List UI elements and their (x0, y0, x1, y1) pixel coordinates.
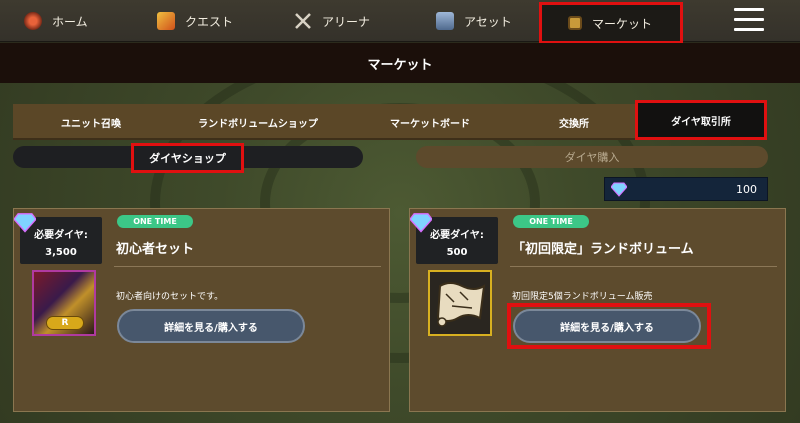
cost-box: 必要ダイヤ: 500 (409, 213, 498, 264)
home-icon (24, 12, 42, 30)
nav-home-label: ホーム (52, 14, 88, 29)
subtab-diamond-shop[interactable]: ダイヤショップ (131, 143, 244, 173)
divider (114, 266, 381, 267)
quest-icon (157, 12, 175, 30)
one-time-badge: ONE TIME (117, 215, 193, 228)
scroll-map-icon (428, 270, 492, 336)
one-time-badge: ONE TIME (513, 215, 589, 228)
subtab-diamond-purchase[interactable]: ダイヤ購入 (416, 146, 768, 168)
cost-value: 500 (446, 247, 468, 258)
nav-quest[interactable]: クエスト (157, 0, 233, 42)
cost-value: 3,500 (45, 247, 77, 258)
arena-icon (294, 12, 312, 30)
tab-land-volume-shop[interactable]: ランドボリュームショップ (169, 104, 347, 140)
tab-market-board[interactable]: マーケットボード (347, 104, 513, 140)
diamond-icon (13, 211, 37, 233)
nav-home[interactable]: ホーム (24, 0, 88, 42)
product-title: 「初回限定」ランドボリューム (512, 242, 694, 257)
cost-box: 必要ダイヤ: 3,500 (13, 213, 102, 264)
tab-diamond-exchange[interactable]: ダイヤ取引所 (635, 100, 767, 140)
product-description: 初回限定5個ランドボリューム販売 (512, 292, 653, 302)
market-tabs: ユニット召喚 ランドボリュームショップ マーケットボード 交換所 ダイヤ取引所 (13, 100, 767, 140)
market-icon (568, 16, 582, 30)
rarity-badge: R (46, 316, 84, 330)
product-description: 初心者向けのセットです。 (116, 292, 224, 302)
nav-arena-label: アリーナ (322, 14, 371, 29)
view-details-button[interactable]: 詳細を見る/購入する (513, 309, 701, 343)
tab-exchange[interactable]: 交換所 (513, 104, 635, 140)
nav-arena[interactable]: アリーナ (294, 0, 370, 42)
nav-market[interactable]: マーケット (539, 2, 683, 44)
nav-quest-label: クエスト (185, 14, 234, 29)
product-card-starter-set: 必要ダイヤ: 3,500 ONE TIME 初心者セット R 初心者向けのセット… (13, 208, 390, 412)
hamburger-menu-icon[interactable] (734, 8, 764, 32)
diamond-icon (409, 211, 433, 233)
diamond-balance-value: 100 (736, 183, 757, 196)
product-title: 初心者セット (116, 242, 195, 257)
product-card-first-land-volume: 必要ダイヤ: 500 ONE TIME 「初回限定」ランドボリューム 初回限定5… (409, 208, 786, 412)
tab-unit-summon[interactable]: ユニット召喚 (13, 104, 169, 140)
top-navigation: ホーム クエスト アリーナ アセット マーケット (0, 0, 800, 44)
nav-asset-label: アセット (464, 14, 512, 29)
product-thumbnail: R (32, 270, 96, 336)
page-title: マーケット (0, 43, 800, 83)
diamond-balance: 100 (604, 177, 768, 201)
divider (510, 266, 777, 267)
diamond-icon (610, 181, 628, 197)
nav-market-label: マーケット (592, 16, 653, 31)
nav-asset[interactable]: アセット (436, 0, 512, 42)
view-details-button[interactable]: 詳細を見る/購入する (117, 309, 305, 343)
asset-icon (436, 12, 454, 30)
